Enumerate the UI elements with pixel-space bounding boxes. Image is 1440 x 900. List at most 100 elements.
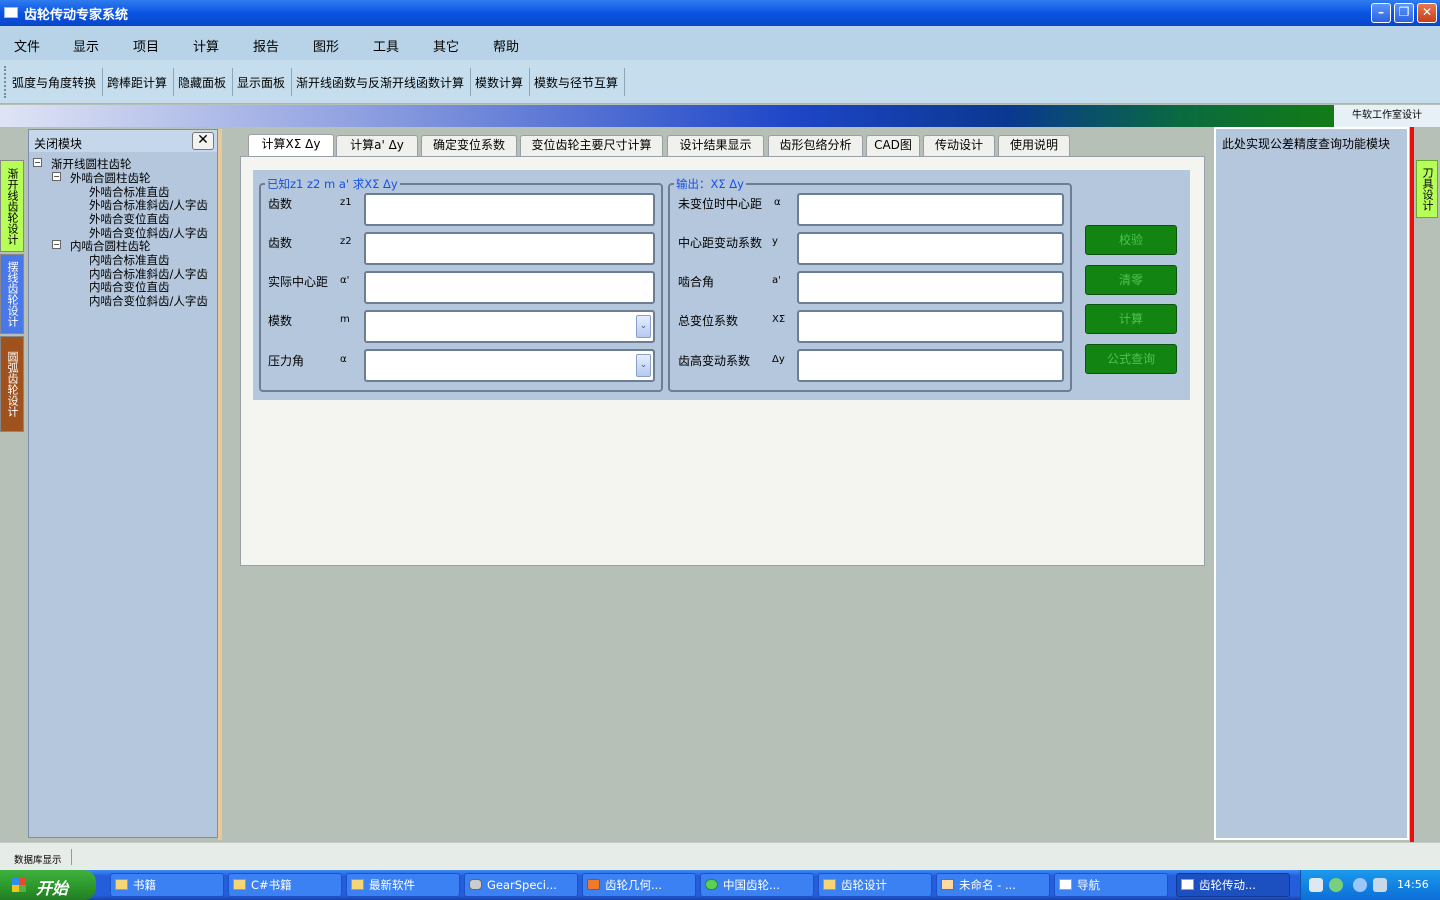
- field-symbol: α: [340, 354, 347, 365]
- window-icon: [1059, 879, 1072, 890]
- formula-lookup-button[interactable]: 公式查询: [1085, 344, 1177, 374]
- toolbar-module-pitch-button[interactable]: 模数与径节互算: [534, 74, 618, 91]
- menu-help[interactable]: 帮助: [493, 36, 519, 55]
- toolbar-grip[interactable]: [4, 66, 7, 98]
- menu-tools[interactable]: 工具: [373, 36, 399, 55]
- panel-splitter[interactable]: [218, 129, 222, 840]
- z1-input[interactable]: [364, 193, 655, 226]
- taskbar-item[interactable]: 最新软件: [346, 873, 460, 897]
- toolbar-hide-panel-button[interactable]: 隐藏面板: [178, 74, 226, 91]
- field-label: 未变位时中心距: [678, 197, 763, 211]
- menu-project[interactable]: 项目: [133, 36, 159, 55]
- toolbar-separator: [232, 68, 233, 96]
- taskbar-item[interactable]: 导航: [1054, 873, 1168, 897]
- taskbar-item[interactable]: 书籍: [110, 873, 224, 897]
- menu-graphics[interactable]: 图形: [313, 36, 339, 55]
- toolbar-show-panel-button[interactable]: 显示面板: [237, 74, 285, 91]
- status-separator: [71, 849, 72, 865]
- tab-calc-x-sum[interactable]: 计算XΣ Δy: [248, 134, 334, 157]
- windows-logo-icon: [12, 878, 26, 892]
- system-tray: 14:56: [1300, 870, 1440, 900]
- taskbar-item[interactable]: 齿轮设计: [818, 873, 932, 897]
- taskbar-item-label: 书籍: [133, 878, 156, 892]
- taskbar-item-active[interactable]: 齿轮传动...: [1176, 873, 1290, 897]
- field-label: 实际中心距: [268, 275, 329, 289]
- collapse-icon[interactable]: −: [52, 172, 61, 181]
- tab-cad[interactable]: CAD图: [866, 135, 920, 156]
- center-shift-coefficient-output[interactable]: [797, 232, 1064, 265]
- toolbar-radian-degree-button[interactable]: 弧度与角度转换: [12, 74, 96, 91]
- tab-drive-design[interactable]: 传动设计: [923, 135, 995, 156]
- tree-node[interactable]: 内啮合变位斜齿/人字齿: [89, 293, 208, 309]
- clear-button[interactable]: 清零: [1085, 265, 1177, 295]
- keyboard-icon[interactable]: [1309, 878, 1323, 892]
- taskbar-item-label: 最新软件: [369, 878, 415, 892]
- taskbar-item-label: 导航: [1077, 878, 1100, 892]
- chevron-down-icon[interactable]: ⌄: [636, 315, 651, 338]
- taskbar-item[interactable]: C#书籍: [228, 873, 342, 897]
- menu-calc[interactable]: 计算: [193, 36, 219, 55]
- taskbar-item[interactable]: GearSpeci...: [464, 873, 578, 897]
- vtab-involute-gear[interactable]: 渐开线齿轮设计: [0, 160, 24, 252]
- vtab-cycloid-gear[interactable]: 摆线齿轮设计: [0, 254, 24, 334]
- menu-file[interactable]: 文件: [14, 36, 40, 55]
- menu-other[interactable]: 其它: [433, 36, 459, 55]
- standard-center-distance-output[interactable]: [797, 193, 1064, 226]
- taskbar-item-label: 齿轮设计: [841, 878, 887, 892]
- z2-input[interactable]: [364, 232, 655, 265]
- minimize-button[interactable]: –: [1371, 3, 1391, 23]
- expand-tray-icon[interactable]: [1353, 878, 1367, 892]
- folder-icon: [115, 879, 128, 890]
- window-title: 齿轮传动专家系统: [24, 8, 129, 23]
- center-distance-input[interactable]: [364, 271, 655, 304]
- tree-node-label: 内啮合圆柱齿轮: [70, 239, 151, 253]
- total-shift-coefficient-output[interactable]: [797, 310, 1064, 343]
- tab-instructions[interactable]: 使用说明: [998, 135, 1070, 156]
- tab-main-dimensions[interactable]: 变位齿轮主要尺寸计算: [520, 135, 663, 156]
- tab-envelope-analysis[interactable]: 齿形包络分析: [768, 135, 863, 156]
- vtab-arc-gear[interactable]: 圆弧齿轮设计: [0, 336, 24, 432]
- toolbar-module-calc-button[interactable]: 模数计算: [475, 74, 523, 91]
- close-button[interactable]: ✕: [1417, 3, 1437, 23]
- vtab-tool-design[interactable]: 刀具设计: [1416, 160, 1438, 218]
- field-symbol: Δy: [772, 354, 785, 365]
- restore-button[interactable]: ❐: [1394, 3, 1414, 23]
- pressure-angle-select[interactable]: ⌄: [364, 349, 655, 382]
- browser-icon: [587, 879, 600, 890]
- taskbar-item[interactable]: 齿轮几何...: [582, 873, 696, 897]
- calculate-button[interactable]: 计算: [1085, 304, 1177, 334]
- network-icon[interactable]: [1373, 878, 1387, 892]
- menu-report[interactable]: 报告: [253, 36, 279, 55]
- app-icon: [4, 7, 18, 18]
- verify-button[interactable]: 校验: [1085, 225, 1177, 255]
- tab-design-results[interactable]: 设计结果显示: [667, 135, 764, 156]
- mesh-angle-output[interactable]: [797, 271, 1064, 304]
- field-label: 啮合角: [678, 275, 715, 289]
- menu-view[interactable]: 显示: [73, 36, 99, 55]
- start-button[interactable]: 开始: [0, 870, 96, 900]
- taskbar-item[interactable]: 中国齿轮...: [700, 873, 814, 897]
- chevron-down-icon[interactable]: ⌄: [636, 354, 651, 377]
- collapse-icon[interactable]: −: [33, 158, 42, 167]
- taskbar-item[interactable]: 未命名 - ...: [936, 873, 1050, 897]
- window-icon: [1181, 879, 1194, 890]
- field-symbol: y: [772, 236, 778, 247]
- clock: 14:56: [1397, 878, 1429, 891]
- close-icon[interactable]: ✕: [192, 132, 214, 150]
- toolbar-separator: [624, 68, 625, 96]
- status-bar: 数据库显示: [0, 842, 1440, 870]
- toolbar-involute-function-button[interactable]: 渐开线函数与反渐开线函数计算: [296, 74, 464, 91]
- title-bar: 齿轮传动专家系统 – ❐ ✕: [0, 0, 1440, 26]
- toolbar-span-measure-button[interactable]: 跨棒距计算: [107, 74, 167, 91]
- toolbar-separator: [173, 68, 174, 96]
- module-select[interactable]: ⌄: [364, 310, 655, 343]
- folder-icon: [823, 879, 836, 890]
- wifi-icon[interactable]: [1329, 878, 1343, 892]
- collapse-icon[interactable]: −: [52, 240, 61, 249]
- tooth-height-coefficient-output[interactable]: [797, 349, 1064, 382]
- tab-shift-coefficient[interactable]: 确定变位系数: [421, 135, 517, 156]
- taskbar-item-label: C#书籍: [251, 878, 292, 892]
- tree-node-label: 外啮合圆柱齿轮: [70, 171, 151, 185]
- tab-calc-a-dy[interactable]: 计算a' Δy: [336, 135, 418, 156]
- field-symbol: α': [340, 275, 350, 286]
